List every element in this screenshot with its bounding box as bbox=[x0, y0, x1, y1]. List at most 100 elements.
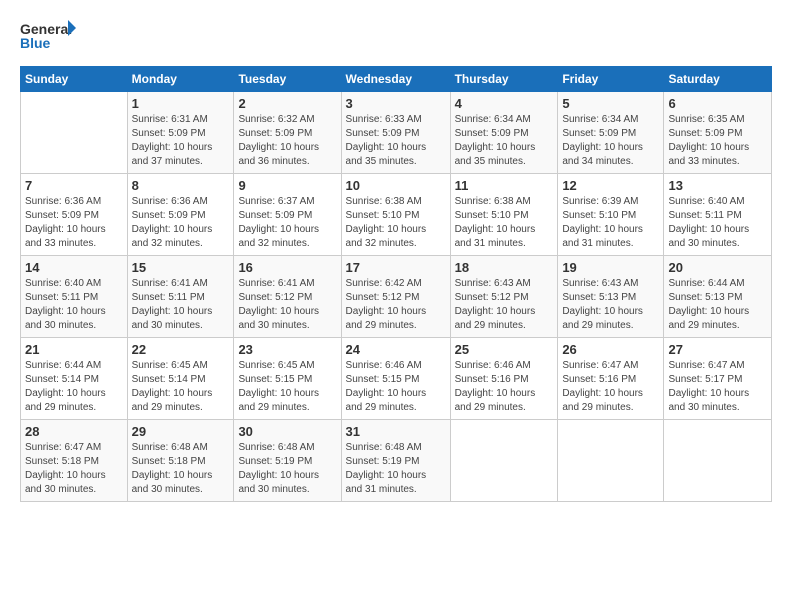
page-container: GeneralBlue SundayMondayTuesdayWednesday… bbox=[0, 0, 792, 512]
day-info: Sunrise: 6:47 AMSunset: 5:17 PMDaylight:… bbox=[668, 359, 767, 415]
day-number: 18 bbox=[455, 260, 554, 275]
day-info: Sunrise: 6:44 AMSunset: 5:13 PMDaylight:… bbox=[668, 277, 767, 333]
day-number: 5 bbox=[562, 96, 659, 111]
day-cell: 4Sunrise: 6:34 AMSunset: 5:09 PMDaylight… bbox=[450, 92, 558, 174]
day-cell: 24Sunrise: 6:46 AMSunset: 5:15 PMDayligh… bbox=[341, 338, 450, 420]
header: GeneralBlue bbox=[20, 18, 772, 54]
day-info: Sunrise: 6:42 AMSunset: 5:12 PMDaylight:… bbox=[346, 277, 446, 333]
day-cell: 22 Sunrise: 6:45 AMSunset: 5:14 PMDayligh… bbox=[127, 338, 234, 420]
day-info: Sunrise: 6:44 AMSunset: 5:14 PMDaylight:… bbox=[25, 359, 123, 415]
day-cell: 11 Sunrise: 6:38 AMSunset: 5:10 PMDayligh… bbox=[450, 174, 558, 256]
day-info: Sunrise: 6:48 AMSunset: 5:19 PMDaylight:… bbox=[346, 441, 446, 497]
day-number: 11 bbox=[455, 178, 554, 193]
day-info: Sunrise: 6:34 AMSunset: 5:09 PMDaylight:… bbox=[562, 113, 659, 169]
header-row: SundayMondayTuesdayWednesdayThursdayFrid… bbox=[21, 67, 772, 92]
day-number: 21 bbox=[25, 342, 123, 357]
day-cell: 17 Sunrise: 6:42 AMSunset: 5:12 PMDayligh… bbox=[341, 256, 450, 338]
day-info: Sunrise: 6:38 AMSunset: 5:10 PMDaylight:… bbox=[455, 195, 554, 251]
day-cell: 2Sunrise: 6:32 AMSunset: 5:09 PMDaylight… bbox=[234, 92, 341, 174]
day-number: 20 bbox=[668, 260, 767, 275]
day-cell: 16 Sunrise: 6:41 AMSunset: 5:12 PMDayligh… bbox=[234, 256, 341, 338]
day-cell: 15 Sunrise: 6:41 AMSunset: 5:11 PMDayligh… bbox=[127, 256, 234, 338]
day-cell bbox=[450, 420, 558, 502]
day-cell: 23Sunrise: 6:45 AMSunset: 5:15 PMDayligh… bbox=[234, 338, 341, 420]
day-info: Sunrise: 6:34 AMSunset: 5:09 PMDaylight:… bbox=[455, 113, 554, 169]
svg-text:Blue: Blue bbox=[20, 35, 51, 51]
header-cell-sunday: Sunday bbox=[21, 67, 128, 92]
day-info: Sunrise: 6:41 AMSunset: 5:11 PMDaylight:… bbox=[132, 277, 230, 333]
day-cell: 25Sunrise: 6:46 AMSunset: 5:16 PMDayligh… bbox=[450, 338, 558, 420]
day-number: 31 bbox=[346, 424, 446, 439]
day-cell: 30 Sunrise: 6:48 AMSunset: 5:19 PMDayligh… bbox=[234, 420, 341, 502]
day-number: 1 bbox=[132, 96, 230, 111]
day-number: 26 bbox=[562, 342, 659, 357]
day-number: 29 bbox=[132, 424, 230, 439]
header-cell-friday: Friday bbox=[558, 67, 664, 92]
day-number: 28 bbox=[25, 424, 123, 439]
day-number: 16 bbox=[238, 260, 336, 275]
day-info: Sunrise: 6:35 AMSunset: 5:09 PMDaylight:… bbox=[668, 113, 767, 169]
day-number: 14 bbox=[25, 260, 123, 275]
day-number: 12 bbox=[562, 178, 659, 193]
day-cell: 31 Sunrise: 6:48 AMSunset: 5:19 PMDayligh… bbox=[341, 420, 450, 502]
day-info: Sunrise: 6:45 AMSunset: 5:14 PMDaylight:… bbox=[132, 359, 230, 415]
day-info: Sunrise: 6:33 AMSunset: 5:09 PMDaylight:… bbox=[346, 113, 446, 169]
day-info: Sunrise: 6:47 AMSunset: 5:18 PMDaylight:… bbox=[25, 441, 123, 497]
day-info: Sunrise: 6:43 AMSunset: 5:12 PMDaylight:… bbox=[455, 277, 554, 333]
day-cell: 3 Sunrise: 6:33 AMSunset: 5:09 PMDaylight… bbox=[341, 92, 450, 174]
calendar-table: SundayMondayTuesdayWednesdayThursdayFrid… bbox=[20, 66, 772, 502]
day-number: 8 bbox=[132, 178, 230, 193]
day-number: 24 bbox=[346, 342, 446, 357]
week-row-3: 14 Sunrise: 6:40 AMSunset: 5:11 PMDayligh… bbox=[21, 256, 772, 338]
day-info: Sunrise: 6:48 AMSunset: 5:19 PMDaylight:… bbox=[238, 441, 336, 497]
day-cell: 13Sunrise: 6:40 AMSunset: 5:11 PMDayligh… bbox=[664, 174, 772, 256]
day-info: Sunrise: 6:40 AMSunset: 5:11 PMDaylight:… bbox=[25, 277, 123, 333]
day-info: Sunrise: 6:39 AMSunset: 5:10 PMDaylight:… bbox=[562, 195, 659, 251]
day-cell bbox=[558, 420, 664, 502]
day-info: Sunrise: 6:37 AMSunset: 5:09 PMDaylight:… bbox=[238, 195, 336, 251]
day-number: 19 bbox=[562, 260, 659, 275]
day-info: Sunrise: 6:36 AMSunset: 5:09 PMDaylight:… bbox=[132, 195, 230, 251]
week-row-5: 28 Sunrise: 6:47 AMSunset: 5:18 PMDayligh… bbox=[21, 420, 772, 502]
day-info: Sunrise: 6:45 AMSunset: 5:15 PMDaylight:… bbox=[238, 359, 336, 415]
day-number: 7 bbox=[25, 178, 123, 193]
day-cell: 6Sunrise: 6:35 AMSunset: 5:09 PMDaylight… bbox=[664, 92, 772, 174]
day-info: Sunrise: 6:41 AMSunset: 5:12 PMDaylight:… bbox=[238, 277, 336, 333]
day-cell: 26 Sunrise: 6:47 AMSunset: 5:16 PMDayligh… bbox=[558, 338, 664, 420]
logo: GeneralBlue bbox=[20, 18, 80, 54]
day-number: 30 bbox=[238, 424, 336, 439]
day-number: 3 bbox=[346, 96, 446, 111]
day-number: 22 bbox=[132, 342, 230, 357]
day-info: Sunrise: 6:43 AMSunset: 5:13 PMDaylight:… bbox=[562, 277, 659, 333]
day-cell: 21 Sunrise: 6:44 AMSunset: 5:14 PMDayligh… bbox=[21, 338, 128, 420]
day-cell: 19 Sunrise: 6:43 AMSunset: 5:13 PMDayligh… bbox=[558, 256, 664, 338]
header-cell-thursday: Thursday bbox=[450, 67, 558, 92]
day-info: Sunrise: 6:48 AMSunset: 5:18 PMDaylight:… bbox=[132, 441, 230, 497]
day-cell: 1 Sunrise: 6:31 AMSunset: 5:09 PMDaylight… bbox=[127, 92, 234, 174]
day-cell: 7 Sunrise: 6:36 AMSunset: 5:09 PMDaylight… bbox=[21, 174, 128, 256]
day-cell: 8 Sunrise: 6:36 AMSunset: 5:09 PMDaylight… bbox=[127, 174, 234, 256]
day-cell: 20 Sunrise: 6:44 AMSunset: 5:13 PMDayligh… bbox=[664, 256, 772, 338]
day-cell: 18 Sunrise: 6:43 AMSunset: 5:12 PMDayligh… bbox=[450, 256, 558, 338]
day-cell: 29 Sunrise: 6:48 AMSunset: 5:18 PMDayligh… bbox=[127, 420, 234, 502]
day-cell: 12 Sunrise: 6:39 AMSunset: 5:10 PMDayligh… bbox=[558, 174, 664, 256]
header-cell-tuesday: Tuesday bbox=[234, 67, 341, 92]
header-cell-saturday: Saturday bbox=[664, 67, 772, 92]
day-cell: 28 Sunrise: 6:47 AMSunset: 5:18 PMDayligh… bbox=[21, 420, 128, 502]
day-cell bbox=[21, 92, 128, 174]
day-cell: 10 Sunrise: 6:38 AMSunset: 5:10 PMDayligh… bbox=[341, 174, 450, 256]
day-number: 2 bbox=[238, 96, 336, 111]
day-number: 9 bbox=[238, 178, 336, 193]
day-info: Sunrise: 6:40 AMSunset: 5:11 PMDaylight:… bbox=[668, 195, 767, 251]
day-info: Sunrise: 6:38 AMSunset: 5:10 PMDaylight:… bbox=[346, 195, 446, 251]
day-info: Sunrise: 6:31 AMSunset: 5:09 PMDaylight:… bbox=[132, 113, 230, 169]
week-row-4: 21 Sunrise: 6:44 AMSunset: 5:14 PMDayligh… bbox=[21, 338, 772, 420]
day-number: 15 bbox=[132, 260, 230, 275]
day-number: 17 bbox=[346, 260, 446, 275]
day-info: Sunrise: 6:36 AMSunset: 5:09 PMDaylight:… bbox=[25, 195, 123, 251]
day-number: 10 bbox=[346, 178, 446, 193]
logo-svg: GeneralBlue bbox=[20, 18, 80, 54]
day-info: Sunrise: 6:47 AMSunset: 5:16 PMDaylight:… bbox=[562, 359, 659, 415]
day-cell: 5 Sunrise: 6:34 AMSunset: 5:09 PMDaylight… bbox=[558, 92, 664, 174]
day-cell: 9 Sunrise: 6:37 AMSunset: 5:09 PMDaylight… bbox=[234, 174, 341, 256]
